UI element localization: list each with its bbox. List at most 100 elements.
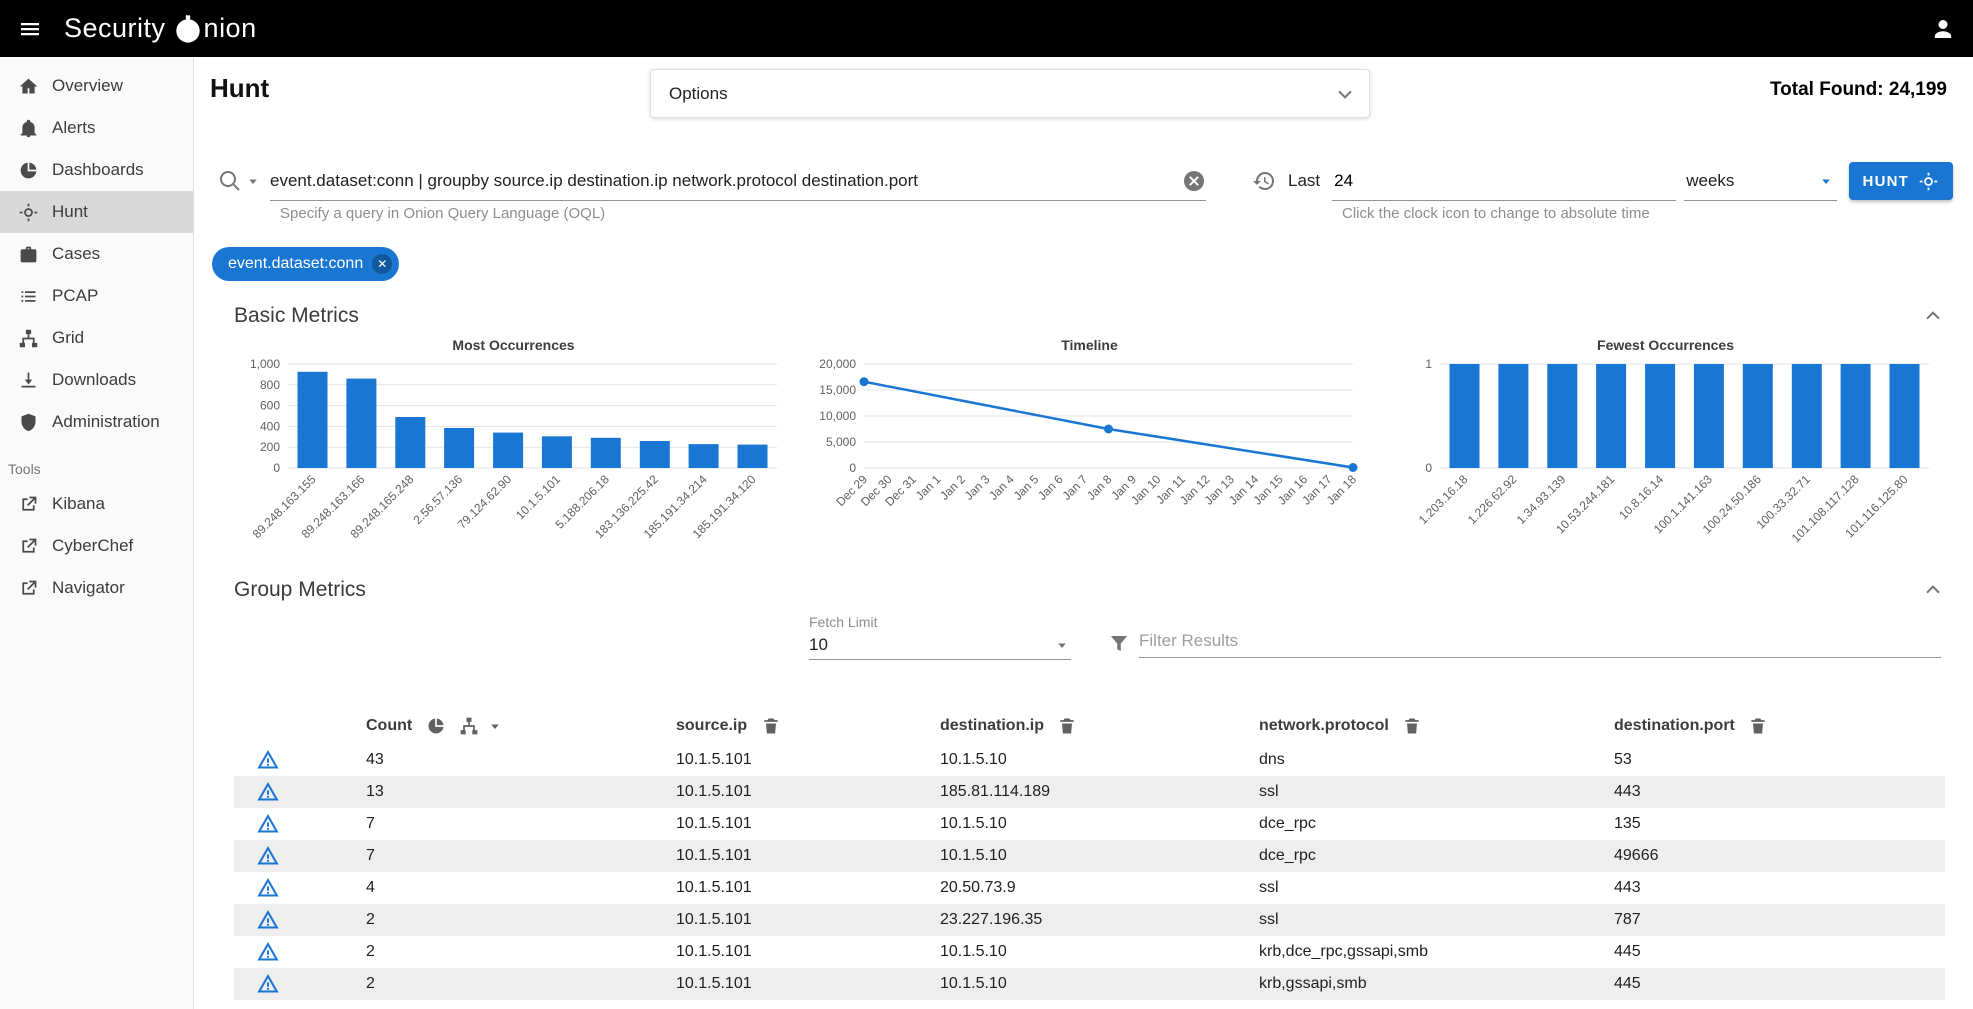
cell-destination-port: 49666 — [1614, 840, 1945, 872]
query-row: Last weeks HUNT — [218, 161, 1953, 201]
cell-count: 43 — [366, 744, 676, 776]
warning-triangle-icon[interactable] — [256, 940, 280, 964]
sidebar-item-label: Overview — [52, 76, 123, 96]
svg-text:0: 0 — [273, 461, 280, 475]
column-label: destination.ip — [940, 717, 1044, 734]
svg-text:15,000: 15,000 — [819, 383, 856, 397]
sidebar-item-kibana[interactable]: Kibana — [0, 483, 193, 525]
sidebar-item-cyberchef[interactable]: CyberChef — [0, 525, 193, 567]
chip-close-icon[interactable]: ✕ — [372, 254, 392, 274]
warning-triangle-icon[interactable] — [256, 780, 280, 804]
briefcase-icon — [18, 244, 39, 265]
main-content: Hunt Options Total Found: 24,199 Last we… — [194, 57, 1973, 1009]
svg-text:Jan 7: Jan 7 — [1059, 472, 1090, 503]
warning-triangle-icon[interactable] — [256, 972, 280, 996]
collapse-chevron-up-icon[interactable] — [1921, 578, 1945, 602]
app-logo: Security nion — [64, 13, 257, 44]
query-history-caret-icon[interactable] — [244, 172, 262, 190]
table-row[interactable]: 4310.1.5.10110.1.5.10dns53 — [234, 744, 1945, 776]
trash-icon[interactable] — [761, 716, 781, 736]
cell-destination-port: 443 — [1614, 872, 1945, 904]
sidebar-item-cases[interactable]: Cases — [0, 233, 193, 275]
cell-destination-port: 787 — [1614, 904, 1945, 936]
warning-triangle-icon[interactable] — [256, 844, 280, 868]
fetch-limit-select[interactable]: Fetch Limit 10 — [809, 614, 1071, 660]
cell-source-ip: 10.1.5.101 — [676, 776, 940, 808]
cell-destination-ip: 10.1.5.10 — [940, 808, 1259, 840]
clear-query-icon[interactable] — [1182, 169, 1206, 193]
table-row[interactable]: 210.1.5.10110.1.5.10krb,dce_rpc,gssapi,s… — [234, 936, 1945, 968]
user-account-icon[interactable] — [1931, 17, 1955, 41]
query-input[interactable] — [270, 171, 1182, 191]
trash-icon[interactable] — [1402, 716, 1422, 736]
svg-text:0: 0 — [1425, 461, 1432, 475]
hamburger-menu-icon[interactable] — [18, 17, 42, 41]
shield-icon — [18, 412, 39, 433]
sidebar-item-overview[interactable]: Overview — [0, 65, 193, 107]
cell-destination-ip: 10.1.5.10 — [940, 968, 1259, 1000]
sidebar-item-grid[interactable]: Grid — [0, 317, 193, 359]
table-row[interactable]: 710.1.5.10110.1.5.10dce_rpc49666 — [234, 840, 1945, 872]
sidebar-item-label: Kibana — [52, 494, 105, 514]
hunt-button[interactable]: HUNT — [1849, 162, 1953, 200]
search-icon[interactable] — [218, 169, 242, 193]
column-header-network-protocol[interactable]: network.protocol — [1259, 708, 1614, 744]
warning-triangle-icon[interactable] — [256, 908, 280, 932]
total-found: Total Found: 24,199 — [1770, 79, 1947, 101]
sidebar-item-label: PCAP — [52, 286, 98, 306]
table-row[interactable]: 710.1.5.10110.1.5.10dce_rpc135 — [234, 808, 1945, 840]
svg-text:200: 200 — [260, 440, 280, 454]
table-row[interactable]: 410.1.5.10120.50.73.9ssl443 — [234, 872, 1945, 904]
group-diagram-icon[interactable] — [459, 716, 479, 736]
warning-triangle-icon[interactable] — [256, 812, 280, 836]
time-unit-select[interactable]: weeks — [1684, 161, 1836, 201]
pie-chart-toggle-icon[interactable] — [426, 716, 446, 736]
trash-icon[interactable] — [1748, 716, 1768, 736]
sidebar-item-downloads[interactable]: Downloads — [0, 359, 193, 401]
chevron-down-icon — [1333, 82, 1357, 106]
options-dropdown[interactable]: Options — [650, 69, 1370, 118]
filter-chip[interactable]: event.dataset:conn ✕ — [212, 247, 399, 281]
warning-triangle-icon[interactable] — [256, 876, 280, 900]
cell-network-protocol: dce_rpc — [1259, 840, 1614, 872]
svg-text:Most Occurrences: Most Occurrences — [452, 337, 574, 353]
hunt-button-label: HUNT — [1863, 173, 1909, 190]
history-clock-icon[interactable] — [1252, 169, 1276, 193]
sidebar-item-navigator[interactable]: Navigator — [0, 567, 193, 609]
cell-count: 13 — [366, 776, 676, 808]
tools-section-label: Tools — [8, 461, 193, 477]
warning-triangle-icon[interactable] — [256, 748, 280, 772]
sidebar-item-administration[interactable]: Administration — [0, 401, 193, 443]
time-hint: Click the clock icon to change to absolu… — [1342, 205, 1650, 222]
trash-icon[interactable] — [1057, 716, 1077, 736]
sidebar-item-dashboards[interactable]: Dashboards — [0, 149, 193, 191]
collapse-chevron-up-icon[interactable] — [1921, 304, 1945, 328]
cell-network-protocol: ssl — [1259, 872, 1614, 904]
table-row[interactable]: 1310.1.5.101185.81.114.189ssl443 — [234, 776, 1945, 808]
sidebar-item-alerts[interactable]: Alerts — [0, 107, 193, 149]
column-header-count[interactable]: Count — [366, 708, 676, 744]
duration-input[interactable] — [1332, 171, 1676, 191]
table-row[interactable]: 210.1.5.10110.1.5.10krb,gssapi,smb445 — [234, 968, 1945, 1000]
svg-text:1: 1 — [1425, 357, 1432, 371]
group-metrics-title: Group Metrics — [234, 578, 366, 602]
caret-down-icon[interactable] — [486, 717, 504, 735]
sidebar-item-label: Dashboards — [52, 160, 144, 180]
crosshair-icon — [18, 202, 39, 223]
svg-text:Jan 3: Jan 3 — [962, 472, 993, 503]
table-row[interactable]: 210.1.5.10123.227.196.35ssl787 — [234, 904, 1945, 936]
column-header-source-ip[interactable]: source.ip — [676, 708, 940, 744]
results-table: Count source.ip destination.ip network.p… — [234, 708, 1945, 1000]
sidebar-item-label: Administration — [52, 412, 160, 432]
external-link-icon — [18, 578, 39, 599]
column-header-destination-ip[interactable]: destination.ip — [940, 708, 1259, 744]
options-label: Options — [669, 84, 728, 104]
filter-results-input[interactable] — [1139, 624, 1941, 658]
list-icon — [18, 286, 39, 307]
sidebar-item-pcap[interactable]: PCAP — [0, 275, 193, 317]
cell-network-protocol: krb,gssapi,smb — [1259, 968, 1614, 1000]
sidebar-item-hunt[interactable]: Hunt — [0, 191, 193, 233]
most-occurrences-chart: Most Occurrences02004006008001,00089.248… — [234, 334, 793, 556]
download-icon — [18, 370, 39, 391]
column-header-destination-port[interactable]: destination.port — [1614, 708, 1945, 744]
